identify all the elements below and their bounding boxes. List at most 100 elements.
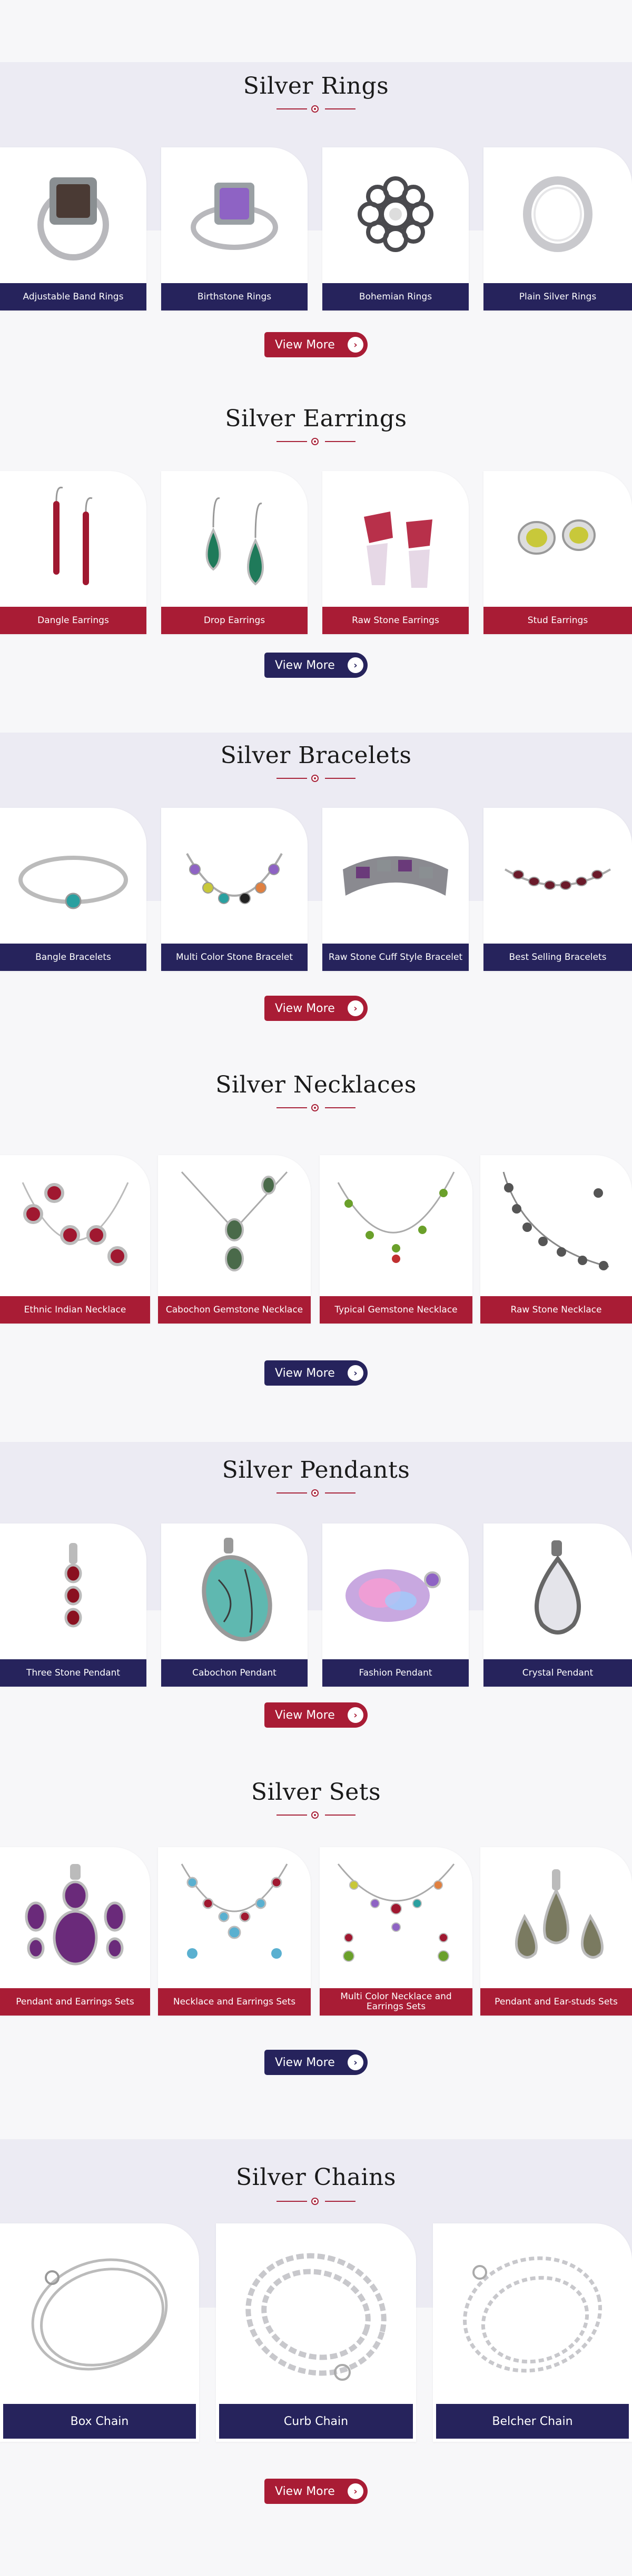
- title-divider: [276, 2198, 355, 2205]
- pendant-image: [322, 1523, 469, 1657]
- category-label: Three Stone Pendant: [0, 1659, 146, 1687]
- chain-image: [433, 2223, 632, 2405]
- category-label: Raw Stone Earrings: [322, 607, 469, 634]
- view-more-label: View More: [275, 2056, 335, 2069]
- category-card-birthstone-rings[interactable]: Birthstone Rings: [161, 147, 308, 310]
- category-card-cabochon-gemstone-necklace[interactable]: Cabochon Gemstone Necklace: [158, 1155, 311, 1324]
- category-card-bohemian-rings[interactable]: Bohemian Rings: [322, 147, 469, 310]
- category-card-dangle-earrings[interactable]: Dangle Earrings: [0, 471, 146, 634]
- chevron-right-icon: ›: [348, 1365, 363, 1381]
- title-divider: [276, 1489, 355, 1497]
- view-more-button-rings[interactable]: View More ›: [264, 332, 368, 357]
- category-card-raw-stone-necklace[interactable]: Raw Stone Necklace: [480, 1155, 632, 1324]
- view-more-label: View More: [275, 1001, 335, 1015]
- category-label: Bangle Bracelets: [0, 944, 146, 971]
- category-label: Raw Stone Necklace: [480, 1296, 632, 1324]
- category-card-plain-silver-rings[interactable]: Plain Silver Rings: [483, 147, 632, 310]
- section-title-earrings: Silver Earrings: [225, 405, 407, 432]
- title-divider: [276, 1104, 355, 1111]
- view-more-button-pendants[interactable]: View More ›: [264, 1702, 368, 1728]
- bracelet-image: [161, 808, 308, 941]
- category-card-cabochon-pendant[interactable]: Cabochon Pendant: [161, 1523, 308, 1687]
- chevron-right-icon: ›: [348, 657, 363, 673]
- category-card-ethnic-indian-necklace[interactable]: Ethnic Indian Necklace: [0, 1155, 150, 1324]
- chain-image: [216, 2223, 416, 2405]
- necklace-image: [320, 1155, 472, 1294]
- bracelet-image: [483, 808, 632, 941]
- chevron-right-icon: ›: [348, 1000, 363, 1016]
- chevron-right-icon: ›: [348, 1707, 363, 1723]
- category-card-belcher-chain[interactable]: Belcher Chain: [433, 2223, 632, 2442]
- category-label: Multi Color Necklace and Earrings Sets: [320, 1988, 472, 2016]
- category-card-multi-color-stone-bracelet[interactable]: Multi Color Stone Bracelet: [161, 808, 308, 971]
- set-image: [158, 1847, 311, 1986]
- view-more-label: View More: [275, 338, 335, 352]
- set-image: [0, 1847, 150, 1986]
- section-title-rings: Silver Rings: [243, 73, 389, 99]
- category-card-raw-stone-cuff-style-bracelet[interactable]: Raw Stone Cuff Style Bracelet: [322, 808, 469, 971]
- earring-image: [0, 471, 146, 605]
- view-more-button-sets[interactable]: View More ›: [264, 2050, 368, 2075]
- category-label: Belcher Chain: [436, 2404, 629, 2439]
- ring-image: [0, 147, 146, 281]
- chevron-right-icon: ›: [348, 2054, 363, 2070]
- view-more-button-bracelets[interactable]: View More ›: [264, 996, 368, 1021]
- section-title-necklaces: Silver Necklaces: [215, 1071, 417, 1098]
- section-title-pendants: Silver Pendants: [222, 1457, 410, 1484]
- category-label: Multi Color Stone Bracelet: [161, 944, 308, 971]
- category-card-curb-chain[interactable]: Curb Chain: [216, 2223, 416, 2442]
- pendant-image: [161, 1523, 308, 1657]
- view-more-label: View More: [275, 1366, 335, 1380]
- category-label: Necklace and Earrings Sets: [158, 1988, 311, 2016]
- necklace-image: [480, 1155, 632, 1294]
- title-divider: [276, 105, 355, 113]
- view-more-label: View More: [275, 1708, 335, 1722]
- category-card-three-stone-pendant[interactable]: Three Stone Pendant: [0, 1523, 146, 1687]
- category-label: Adjustable Band Rings: [0, 283, 146, 310]
- category-card-raw-stone-earrings[interactable]: Raw Stone Earrings: [322, 471, 469, 634]
- section-title-sets: Silver Sets: [251, 1779, 381, 1806]
- category-card-best-selling-bracelets[interactable]: Best Selling Bracelets: [483, 808, 632, 971]
- view-more-button-earrings[interactable]: View More ›: [264, 653, 368, 678]
- category-label: Pendant and Earrings Sets: [0, 1988, 150, 2016]
- title-divider: [276, 438, 355, 445]
- category-label: Typical Gemstone Necklace: [320, 1296, 472, 1324]
- category-card-necklace-and-earrings-sets[interactable]: Necklace and Earrings Sets: [158, 1847, 311, 2016]
- category-card-crystal-pendant[interactable]: Crystal Pendant: [483, 1523, 632, 1687]
- category-label: Bohemian Rings: [322, 283, 469, 310]
- pendant-image: [483, 1523, 632, 1657]
- ring-image: [322, 147, 469, 281]
- category-card-bangle-bracelets[interactable]: Bangle Bracelets: [0, 808, 146, 971]
- view-more-label: View More: [275, 2484, 335, 2498]
- category-label: Cabochon Gemstone Necklace: [158, 1296, 311, 1324]
- category-label: Birthstone Rings: [161, 283, 308, 310]
- category-card-drop-earrings[interactable]: Drop Earrings: [161, 471, 308, 634]
- category-card-adjustable-band-rings[interactable]: Adjustable Band Rings: [0, 147, 146, 310]
- bracelet-image: [322, 808, 469, 941]
- category-label: Box Chain: [3, 2404, 196, 2439]
- view-more-button-chains[interactable]: View More ›: [264, 2479, 368, 2504]
- category-card-pendant-and-ear-studs-sets[interactable]: Pendant and Ear-studs Sets: [480, 1847, 632, 2016]
- set-image: [480, 1847, 632, 1986]
- category-card-box-chain[interactable]: Box Chain: [0, 2223, 199, 2442]
- category-label: Pendant and Ear-studs Sets: [480, 1988, 632, 2016]
- ring-image: [483, 147, 632, 281]
- category-label: Ethnic Indian Necklace: [0, 1296, 150, 1324]
- earring-image: [161, 471, 308, 605]
- ring-image: [161, 147, 308, 281]
- chain-image: [0, 2223, 199, 2405]
- earring-image: [483, 471, 632, 605]
- category-card-stud-earrings[interactable]: Stud Earrings: [483, 471, 632, 634]
- category-card-typical-gemstone-necklace[interactable]: Typical Gemstone Necklace: [320, 1155, 472, 1324]
- category-label: Cabochon Pendant: [161, 1659, 308, 1687]
- category-card-multi-color-necklace-and-earrings-sets[interactable]: Multi Color Necklace and Earrings Sets: [320, 1847, 472, 2016]
- category-card-fashion-pendant[interactable]: Fashion Pendant: [322, 1523, 469, 1687]
- category-label: Stud Earrings: [483, 607, 632, 634]
- view-more-label: View More: [275, 658, 335, 672]
- category-card-pendant-and-earrings-sets[interactable]: Pendant and Earrings Sets: [0, 1847, 150, 2016]
- necklace-image: [0, 1155, 150, 1294]
- set-image: [320, 1847, 472, 1986]
- chevron-right-icon: ›: [348, 2483, 363, 2499]
- view-more-button-necklaces[interactable]: View More ›: [264, 1360, 368, 1386]
- pendant-image: [0, 1523, 146, 1657]
